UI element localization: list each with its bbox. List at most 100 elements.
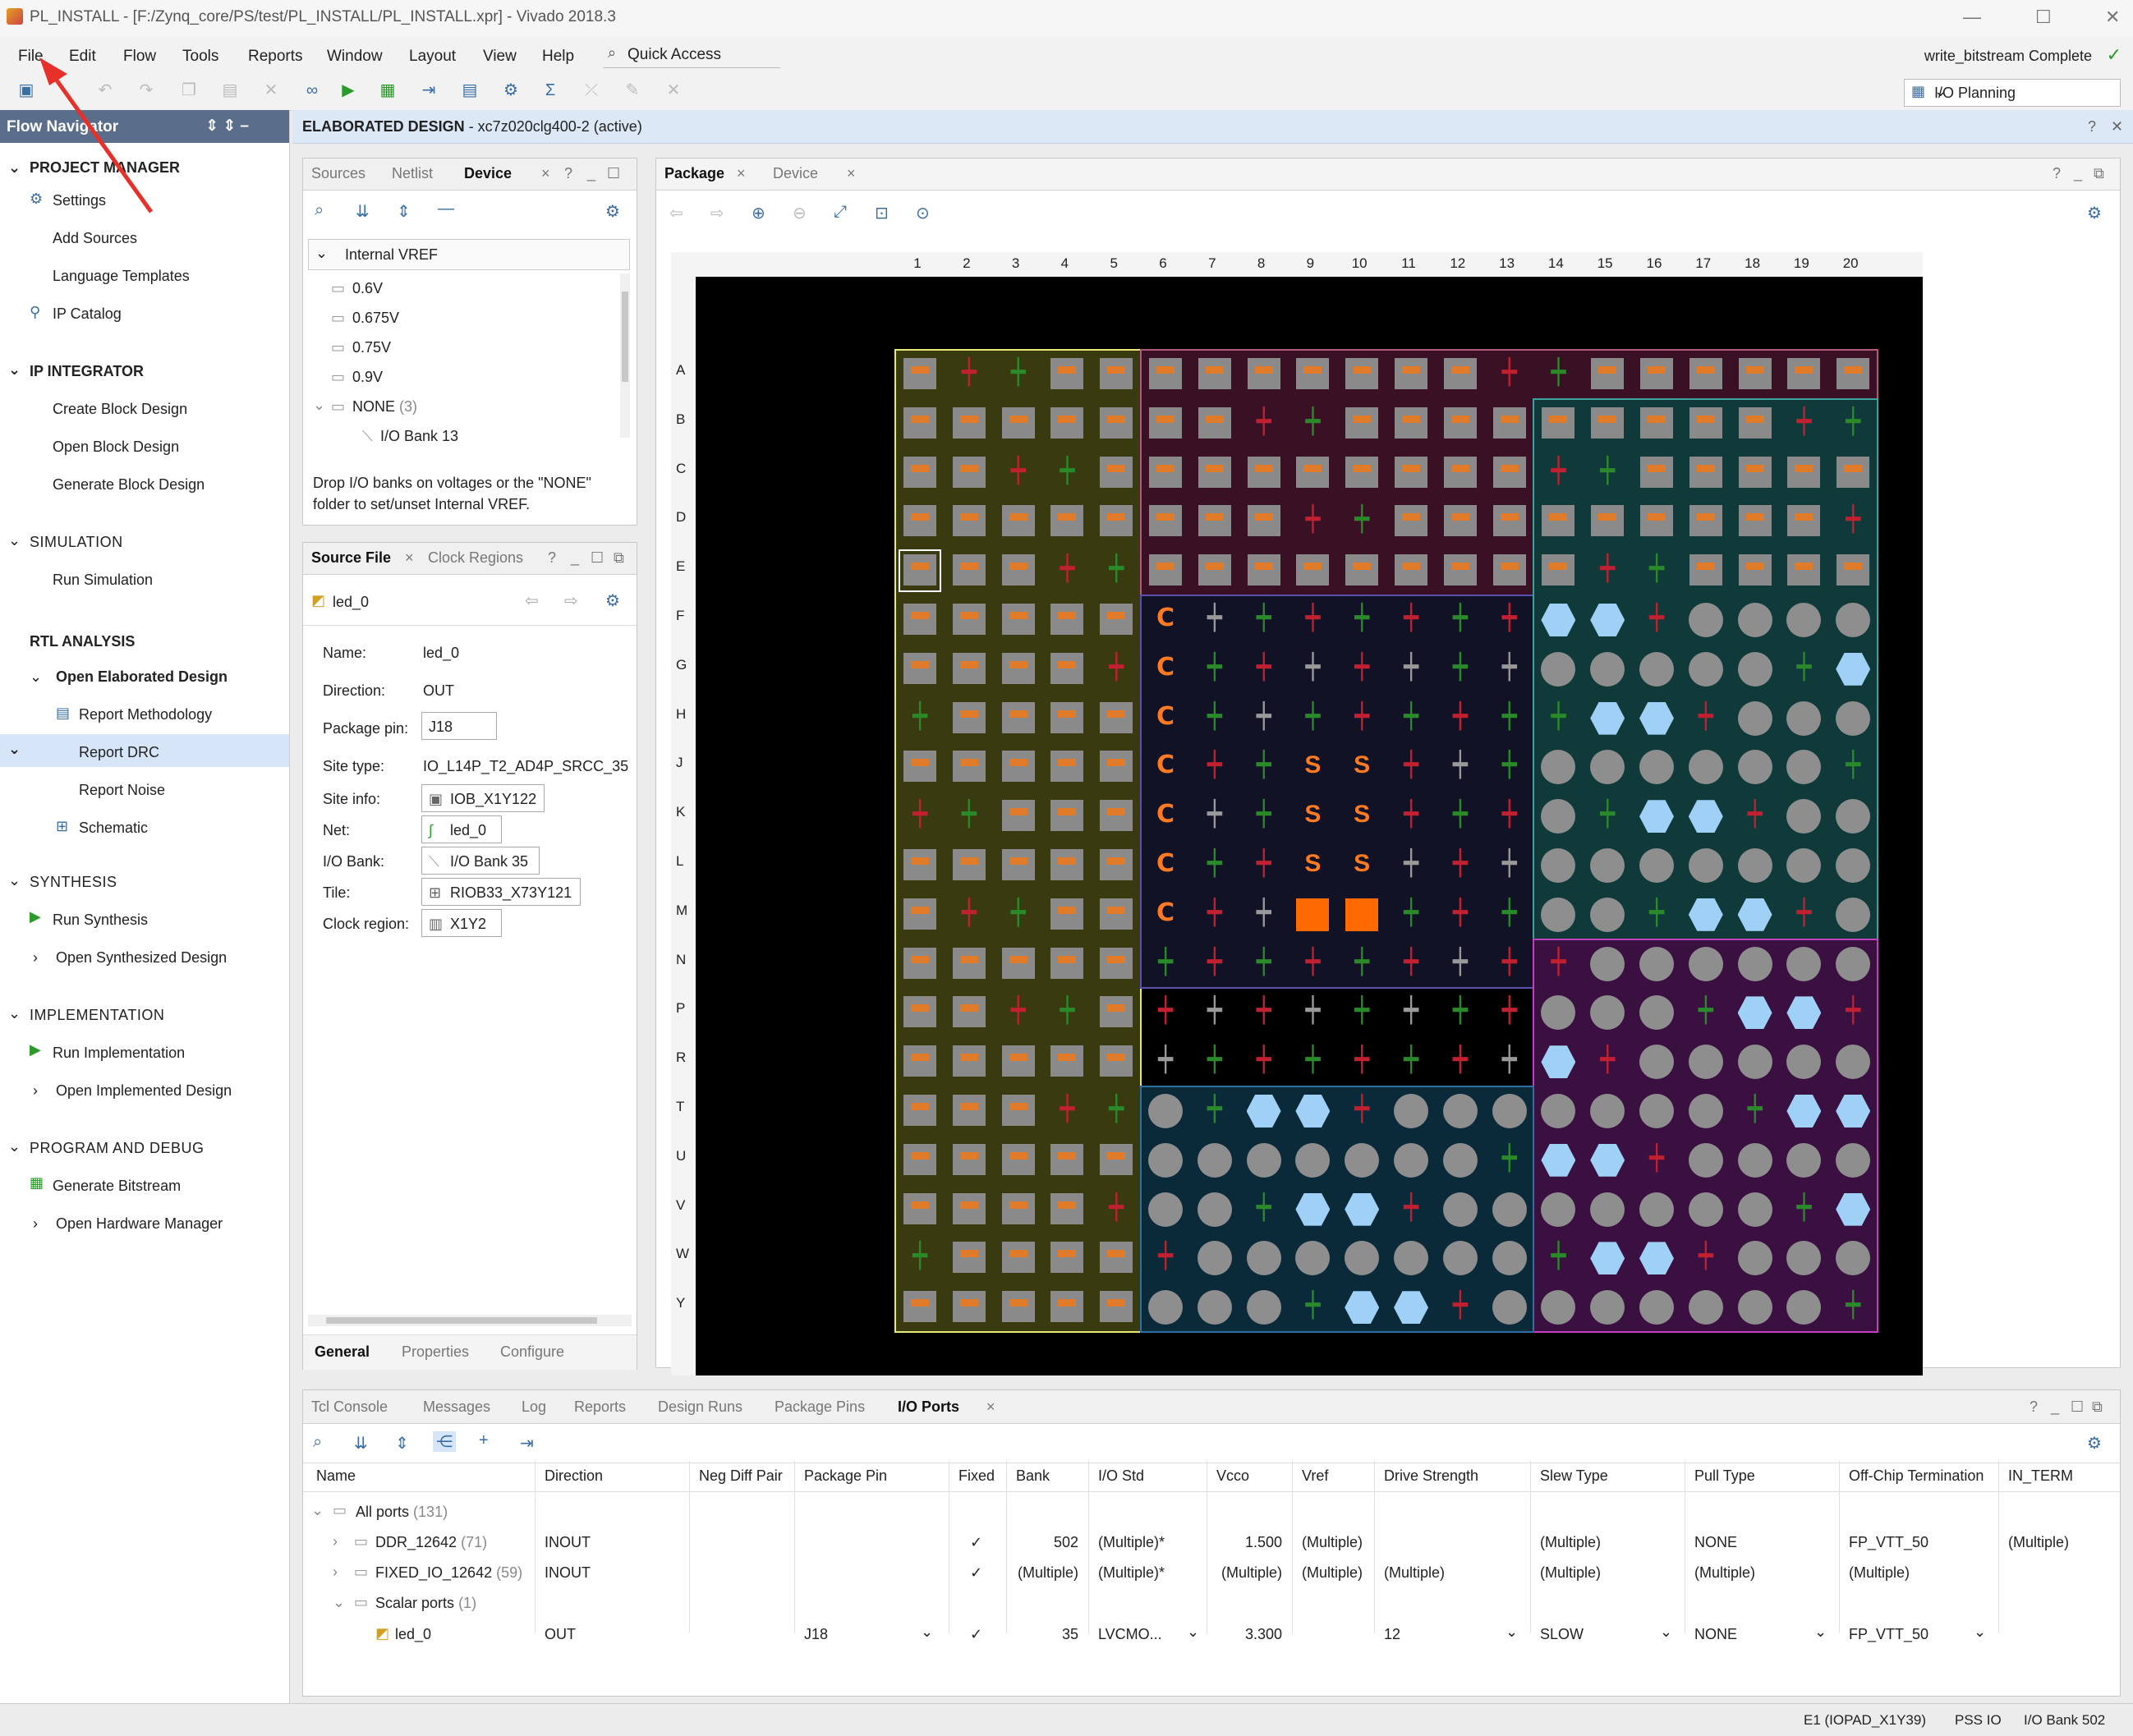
col-drive-strength[interactable]: Drive Strength [1384, 1467, 1478, 1485]
nav-run-implementation[interactable]: Run Implementation [53, 1045, 185, 1062]
package-pin[interactable] [1586, 599, 1629, 641]
package-pin[interactable]: C [1144, 746, 1187, 788]
nav-ip-catalog[interactable]: IP Catalog [53, 305, 122, 323]
tab-device[interactable]: Device [464, 165, 512, 182]
package-pin[interactable]: ┿ [1488, 1139, 1531, 1182]
package-pin[interactable]: ┿ [1832, 402, 1874, 445]
package-pin[interactable]: S [1340, 746, 1383, 788]
package-pin[interactable]: ┿ [1488, 844, 1531, 887]
package-pin[interactable] [899, 452, 941, 494]
package-pin[interactable] [899, 1188, 941, 1231]
package-pin[interactable]: ┿ [1144, 943, 1187, 985]
col-io-std[interactable]: I/O Std [1098, 1467, 1144, 1485]
package-pin[interactable]: ┿ [1243, 402, 1285, 445]
io-std-select[interactable]: LVCMO... [1098, 1626, 1162, 1643]
package-pin[interactable]: ┿ [1635, 599, 1678, 641]
bank-item[interactable]: I/O Bank 13 [380, 428, 458, 445]
package-pin[interactable] [948, 943, 991, 985]
package-pin[interactable]: ┿ [1390, 795, 1432, 838]
chevron-right-icon[interactable]: › [33, 1215, 38, 1233]
cell-fixed[interactable]: ✓ [970, 1534, 982, 1551]
col-vref[interactable]: Vref [1302, 1467, 1328, 1485]
package-pin[interactable] [1782, 452, 1825, 494]
copy-icon[interactable]: ❐ [179, 80, 199, 100]
clock-region-link[interactable]: ▥ X1Y2 [421, 909, 502, 937]
package-pin[interactable] [1193, 500, 1236, 543]
package-pin[interactable] [1095, 893, 1138, 936]
package-pin[interactable]: ┿ [1340, 991, 1383, 1034]
selected-pin[interactable] [899, 549, 941, 593]
menu-layout[interactable]: Layout [409, 48, 456, 66]
package-pin[interactable] [1635, 943, 1678, 985]
package-pin[interactable] [1685, 1040, 1727, 1083]
col-bank[interactable]: Bank [1016, 1467, 1050, 1485]
tree-root-row[interactable]: ⌄ Internal VREF [308, 239, 630, 270]
package-pin[interactable] [1537, 1090, 1579, 1132]
package-pin[interactable]: ┿ [1635, 549, 1678, 592]
paste-icon[interactable]: ▤ [220, 80, 240, 100]
package-pin[interactable] [1439, 1139, 1482, 1182]
package-pin[interactable] [1685, 402, 1727, 445]
package-pin[interactable]: S [1340, 844, 1383, 887]
package-pin[interactable]: ┿ [1439, 746, 1482, 788]
menu-file[interactable]: File [18, 48, 44, 66]
package-pin[interactable] [1734, 353, 1777, 396]
tab-netlist[interactable]: Netlist [392, 165, 433, 182]
package-pin[interactable] [1685, 353, 1727, 396]
package-pin[interactable] [1439, 549, 1482, 592]
none-folder[interactable]: NONE (3) [352, 398, 417, 416]
package-pin[interactable] [1340, 452, 1383, 494]
package-pin[interactable]: ┿ [899, 795, 941, 838]
col-vcco[interactable]: Vcco [1216, 1467, 1249, 1485]
package-pin[interactable] [1095, 402, 1138, 445]
tab-reports[interactable]: Reports [574, 1398, 626, 1416]
col-pull-type[interactable]: Pull Type [1694, 1467, 1755, 1485]
minimize-icon[interactable]: _ [571, 549, 579, 567]
close-icon[interactable]: × [986, 1398, 995, 1416]
package-pin[interactable]: ┿ [1439, 648, 1482, 691]
package-pin[interactable] [1390, 500, 1432, 543]
collapse-all-icon[interactable]: ⇊ [354, 1433, 368, 1454]
package-pin[interactable] [1586, 402, 1629, 445]
package-pin[interactable] [997, 599, 1040, 641]
package-pin[interactable] [1046, 402, 1088, 445]
chevron-right-icon[interactable]: › [333, 1533, 338, 1550]
package-pin[interactable] [899, 746, 941, 788]
expand-icon[interactable]: ⌄ [30, 668, 42, 686]
package-pin[interactable]: C [1144, 893, 1187, 936]
package-pin[interactable]: ┿ [948, 353, 991, 396]
package-pin[interactable] [1782, 599, 1825, 641]
voltage-item[interactable]: 0.75V [352, 339, 391, 356]
package-pin[interactable]: ┿ [1488, 353, 1531, 396]
package-pin[interactable] [1734, 746, 1777, 788]
package-pin[interactable] [1537, 648, 1579, 691]
expand-all-icon[interactable]: ⇕ [397, 201, 411, 222]
package-pin[interactable] [948, 1188, 991, 1231]
termination-select[interactable]: FP_VTT_50 [1849, 1626, 1928, 1643]
package-pin[interactable] [1782, 1237, 1825, 1279]
package-pin[interactable]: ┿ [1439, 1286, 1482, 1329]
package-pin[interactable] [1586, 1237, 1629, 1279]
nav-generate-block-design[interactable]: Generate Block Design [53, 476, 205, 494]
tab-package-pins[interactable]: Package Pins [775, 1398, 865, 1416]
package-pin[interactable] [948, 697, 991, 740]
package-pin[interactable] [1635, 1040, 1678, 1083]
package-pin[interactable] [1390, 549, 1432, 592]
package-pin[interactable] [1095, 795, 1138, 838]
package-pin[interactable]: ┿ [1193, 746, 1236, 788]
package-pin[interactable]: ┿ [1390, 991, 1432, 1034]
package-pin[interactable] [1635, 697, 1678, 740]
tab-log[interactable]: Log [522, 1398, 546, 1416]
package-pin[interactable]: ┿ [1390, 893, 1432, 936]
package-pin[interactable]: ┿ [1439, 893, 1482, 936]
package-pin[interactable] [997, 648, 1040, 691]
package-pin[interactable]: ┿ [1291, 697, 1334, 740]
package-pin[interactable] [1685, 648, 1727, 691]
nav-create-block-design[interactable]: Create Block Design [53, 401, 187, 418]
package-pin[interactable]: ┿ [1390, 844, 1432, 887]
package-pin[interactable] [1832, 452, 1874, 494]
package-pin[interactable] [899, 648, 941, 691]
package-pin[interactable]: ┿ [1537, 697, 1579, 740]
target-icon[interactable]: ⊙ [916, 203, 930, 223]
find-icon[interactable]: ∞ [302, 80, 322, 100]
